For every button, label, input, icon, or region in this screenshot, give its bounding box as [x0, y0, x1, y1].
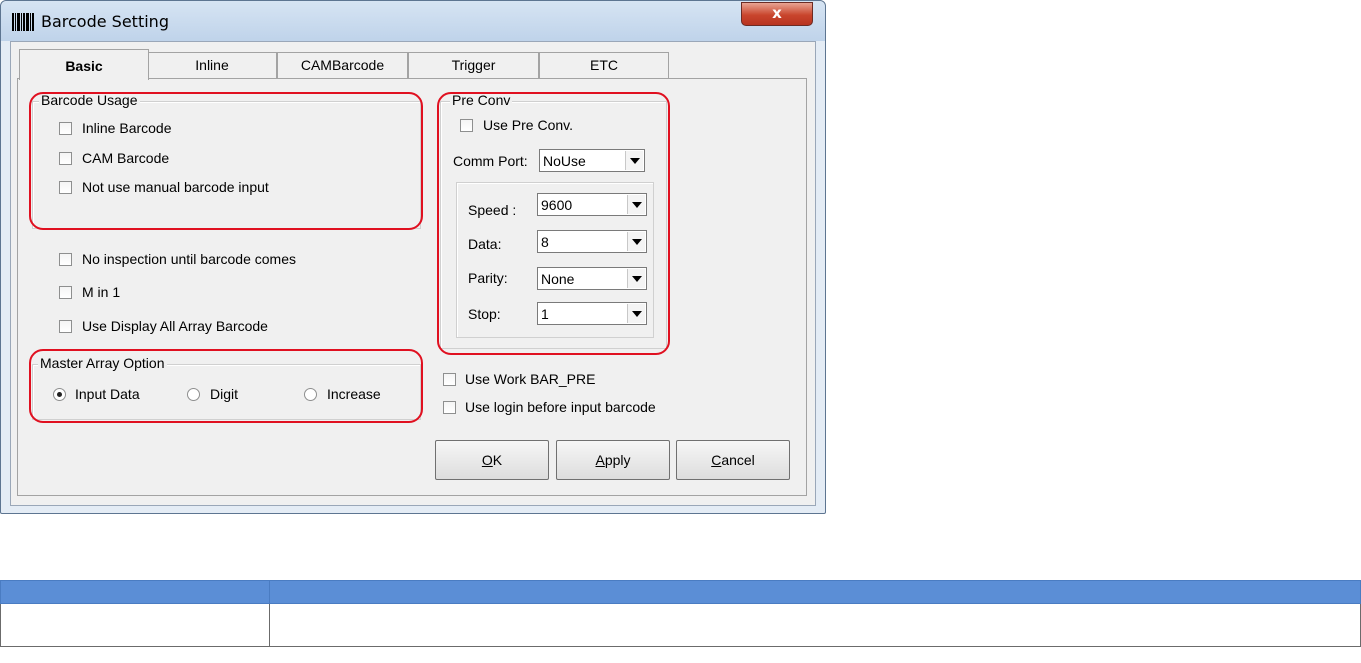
table-cell: [269, 603, 1361, 647]
table-row: [0, 603, 1361, 647]
tab-inline[interactable]: Inline: [147, 52, 277, 78]
tab-basic[interactable]: Basic: [19, 49, 149, 80]
title-bar[interactable]: Barcode Setting x: [1, 1, 825, 41]
ok-mnemonic: O: [481, 452, 493, 468]
tab-cambarcode[interactable]: CAMBarcode: [277, 52, 408, 78]
highlight-barcode-usage: [29, 92, 423, 230]
display-all-array-checkbox[interactable]: [59, 320, 72, 333]
apply-label: pply: [604, 452, 631, 468]
use-work-bar-pre-label[interactable]: Use Work BAR_PRE: [465, 371, 595, 387]
m-in-1-checkbox[interactable]: [59, 286, 72, 299]
no-inspection-checkbox[interactable]: [59, 253, 72, 266]
ok-button[interactable]: OK: [435, 440, 549, 480]
ok-label: K: [492, 452, 503, 468]
use-work-bar-pre-checkbox[interactable]: [443, 373, 456, 386]
apply-button[interactable]: Apply: [556, 440, 670, 480]
tab-etc[interactable]: ETC: [539, 52, 669, 78]
apply-mnemonic: A: [595, 452, 605, 468]
display-all-array-label[interactable]: Use Display All Array Barcode: [82, 318, 268, 334]
use-login-label[interactable]: Use login before input barcode: [465, 399, 656, 415]
description-table: [0, 580, 1361, 647]
table-cell: [0, 603, 270, 647]
highlight-master-array: [29, 349, 423, 423]
table-header-cell: [0, 580, 270, 604]
window-title: Barcode Setting: [41, 12, 169, 31]
barcode-icon: [12, 13, 34, 31]
no-inspection-label[interactable]: No inspection until barcode comes: [82, 251, 296, 267]
table-header-cell: [269, 580, 1361, 604]
m-in-1-label[interactable]: M in 1: [82, 284, 120, 300]
cancel-button[interactable]: Cancel: [676, 440, 790, 480]
cancel-label: ancel: [721, 452, 755, 468]
tab-trigger[interactable]: Trigger: [408, 52, 539, 78]
use-login-checkbox[interactable]: [443, 401, 456, 414]
highlight-pre-conv: [437, 92, 670, 355]
table-header-row: [0, 580, 1361, 604]
close-button[interactable]: x: [741, 2, 813, 26]
cancel-mnemonic: C: [711, 452, 722, 468]
